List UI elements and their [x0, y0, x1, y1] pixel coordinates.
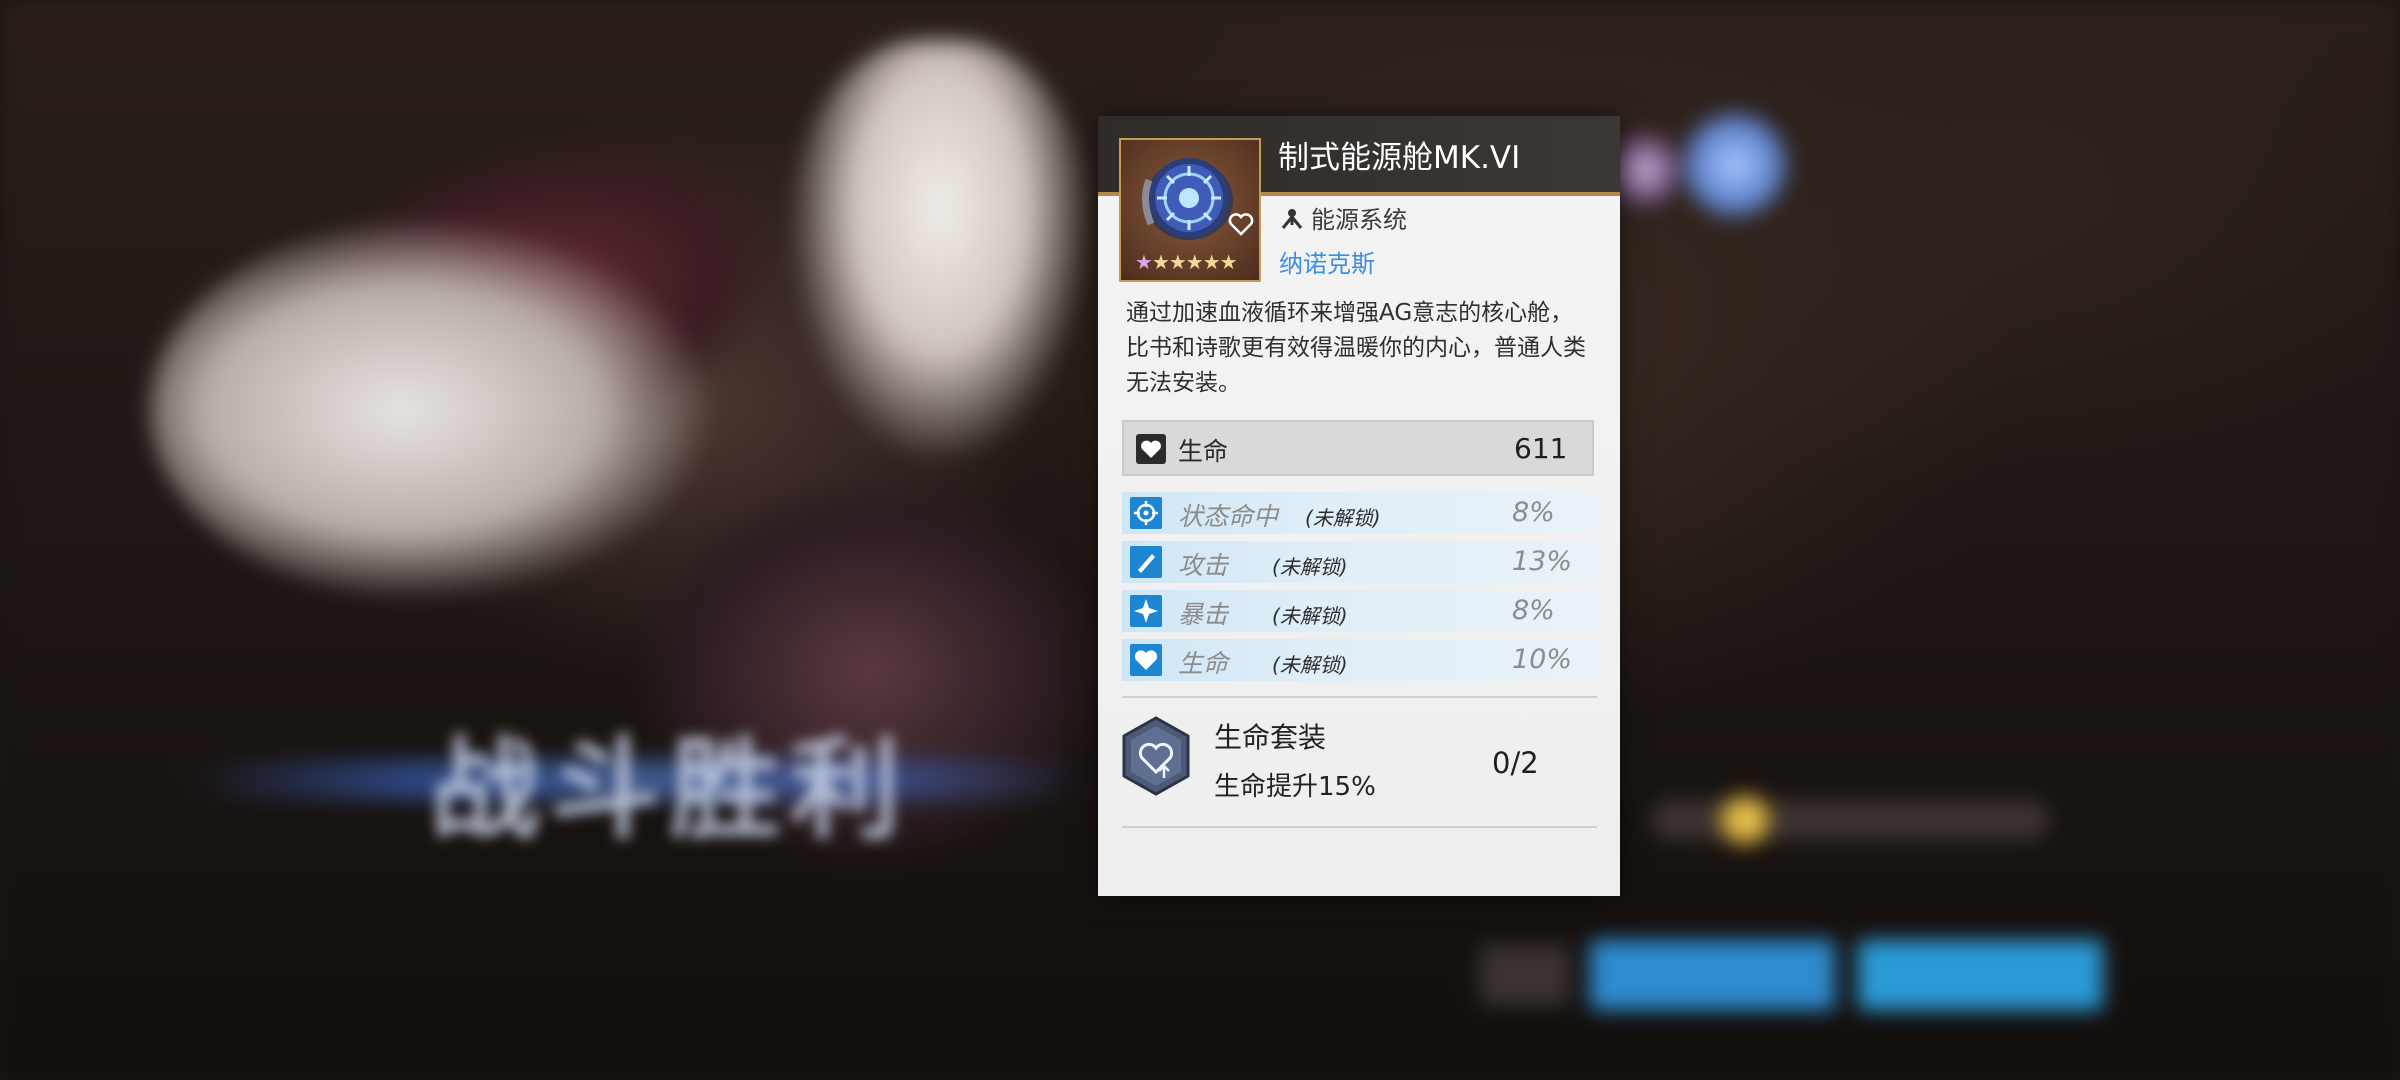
- category-label: 能源系统: [1311, 206, 1407, 234]
- set-effect: 生命提升15%: [1214, 772, 1376, 802]
- item-faction: 纳诺克斯: [1279, 250, 1375, 278]
- favorite-heart-icon[interactable]: [1227, 210, 1255, 238]
- coin-icon: [1720, 795, 1770, 845]
- sub-stat-value: 8%: [1512, 497, 1555, 528]
- item-category: 能源系统: [1279, 200, 1407, 235]
- item-title: 制式能源舱MK.VI: [1278, 140, 1521, 176]
- main-stat-value: 611: [1514, 432, 1568, 465]
- sub-stat-value: 13%: [1512, 546, 1573, 577]
- main-stat-row: 生命 611: [1122, 420, 1594, 476]
- sub-stat-name: 状态命中: [1178, 502, 1279, 531]
- character-figure: [790, 40, 1090, 460]
- main-stat-name: 生命: [1178, 437, 1229, 466]
- background-small-button: [1480, 945, 1570, 1005]
- set-name: 生命套装: [1214, 721, 1327, 754]
- sub-stat-lock: (未解锁): [1272, 604, 1348, 628]
- smoke-effect: [150, 220, 710, 600]
- victory-banner: 战斗胜利: [430, 725, 910, 854]
- reward-item-icon: [1610, 130, 1680, 210]
- energy-system-icon: [1281, 208, 1303, 229]
- life-set-icon: [1122, 716, 1190, 796]
- sub-stat-name: 暴击: [1178, 600, 1229, 629]
- sub-stat-row: 生命 (未解锁) 10%: [1122, 639, 1597, 681]
- sub-stat-value: 10%: [1512, 644, 1573, 675]
- burst-icon: [1130, 595, 1162, 627]
- sub-stat-name: 攻击: [1178, 551, 1229, 580]
- divider: [1122, 696, 1597, 698]
- sword-icon: [1130, 546, 1162, 578]
- sub-stat-name: 生命: [1178, 649, 1229, 678]
- sub-stat-row: 攻击 (未解锁) 13%: [1122, 541, 1597, 583]
- sub-stat-row: 状态命中 (未解锁) 8%: [1122, 492, 1597, 534]
- reward-orb-icon: [1680, 110, 1790, 220]
- background-button-right: [1858, 940, 2103, 1010]
- sub-stat-lock: (未解锁): [1272, 555, 1348, 579]
- crosshair-icon: [1130, 497, 1162, 529]
- sub-stat-value: 8%: [1512, 595, 1555, 626]
- heart-icon: [1136, 434, 1166, 464]
- sub-stat-lock: (未解锁): [1305, 506, 1381, 530]
- sub-stat-row: 暴击 (未解锁) 8%: [1122, 590, 1597, 632]
- set-count: 0/2: [1492, 746, 1539, 780]
- heart-icon: [1130, 644, 1162, 676]
- sub-stat-lock: (未解锁): [1272, 653, 1348, 677]
- divider: [1122, 826, 1597, 828]
- rarity-stars: ★★★★★★: [1135, 250, 1238, 274]
- background-button-left: [1590, 940, 1835, 1010]
- item-description: 通过加速血液循环来增强AG意志的核心舱，比书和诗歌更有效得温暖你的内心，普通人类…: [1126, 300, 1586, 396]
- item-icon: ★★★★★★: [1119, 138, 1261, 282]
- exp-bar: [1650, 800, 2050, 840]
- equipment-detail-panel[interactable]: 制式能源舱MK.VI ★★★★★★ 能源系统 纳诺克斯 通过加速血液循环来增强A…: [1098, 116, 1620, 896]
